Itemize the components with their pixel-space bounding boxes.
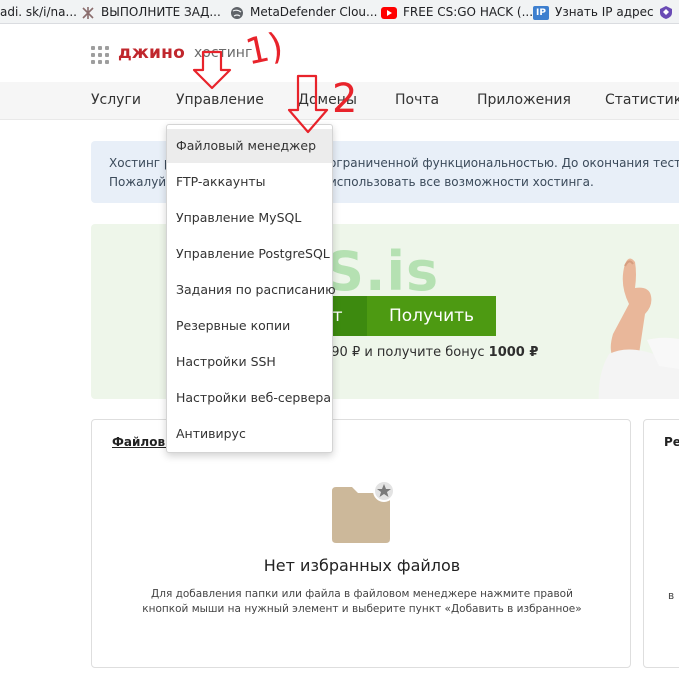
bookmark-label: adi. sk/i/na...: [0, 5, 77, 19]
card-title: Ре: [664, 435, 679, 449]
empty-state-hint: Для добавления папки или файла в файлово…: [151, 588, 573, 600]
bookmark-label: MetaDefender Clou...: [250, 5, 378, 19]
bookmark-item[interactable]: IP Узнать IP адрес: [533, 0, 654, 23]
menu-item-antivirus[interactable]: Антивирус: [167, 417, 332, 451]
nav-item-mail[interactable]: Почта: [395, 92, 439, 108]
notice-text: ограниченной функциональностью. До оконч…: [329, 156, 679, 170]
menu-item-backups[interactable]: Резервные копии: [167, 309, 332, 343]
site-logo-subtitle: хостинг: [194, 45, 253, 61]
bonus-prefix: 990 ₽ и получите бонус: [323, 345, 489, 360]
nav-item-management[interactable]: Управление: [176, 92, 264, 108]
site-logo[interactable]: джино: [118, 43, 185, 63]
ip-icon: IP: [533, 5, 549, 20]
site-header: джино хостинг: [0, 24, 679, 82]
thumbs-up-person-image: [598, 258, 679, 399]
globe-icon: [231, 6, 243, 19]
menu-item-file-manager[interactable]: Файловый менеджер: [167, 129, 332, 163]
bonus-amount: 1000 ₽: [488, 345, 539, 360]
management-dropdown-menu: Файловый менеджер FTP-аккаунты Управлени…: [166, 124, 336, 453]
menu-item-ssh-settings[interactable]: Настройки SSH: [167, 345, 332, 379]
folder-star-icon: [332, 481, 395, 543]
nav-item-statistics[interactable]: Статистика: [605, 92, 679, 108]
bookmark-item[interactable]: [659, 0, 679, 23]
bookmark-item[interactable]: adi. sk/i/na...: [0, 0, 77, 23]
bookmark-label: ВЫПОЛНИТЕ ЗАД...: [101, 5, 221, 19]
card-text: в: [668, 590, 675, 602]
menu-item-web-server-settings[interactable]: Настройки веб-сервера: [167, 381, 332, 415]
promo-bonus-text: 990 ₽ и получите бонус 1000 ₽: [323, 345, 538, 360]
menu-item-mysql[interactable]: Управление MySQL: [167, 201, 332, 235]
menu-item-postgresql[interactable]: Управление PostgreSQL: [167, 237, 332, 271]
favorite-files-card: Файловы Нет избранных файлов Для добавле…: [91, 419, 631, 668]
right-card: Ре в: [643, 419, 679, 668]
get-bonus-button[interactable]: Получить: [367, 296, 496, 336]
youtube-icon: [381, 6, 397, 19]
menu-item-scheduled-tasks[interactable]: Задания по расписанию: [167, 273, 336, 307]
empty-state-title: Нет избранных файлов: [263, 556, 461, 575]
apps-grid-icon[interactable]: [91, 46, 109, 64]
nav-item-services[interactable]: Услуги: [91, 92, 141, 108]
notice-text: использовать все возможности хостинга.: [329, 175, 594, 189]
nav-item-applications[interactable]: Приложения: [477, 92, 571, 108]
menu-item-ftp-accounts[interactable]: FTP-аккаунты: [167, 165, 332, 199]
main-nav: Услуги Управление Домены Почта Приложени…: [0, 82, 679, 120]
empty-state-hint: кнопкой мыши на нужный элемент и выберит…: [142, 603, 582, 615]
knot-icon: [82, 6, 94, 19]
bookmark-item[interactable]: FREE CS:GO HACK (...: [381, 0, 534, 23]
shield-icon: [660, 6, 672, 19]
bookmark-item[interactable]: MetaDefender Clou...: [230, 0, 378, 23]
notice-text: Хостинг р: [109, 156, 172, 170]
bookmark-label: Узнать IP адрес: [555, 5, 654, 19]
bookmarks-bar: adi. sk/i/na... ВЫПОЛНИТЕ ЗАД... MetaDef…: [0, 0, 679, 24]
bookmark-label: FREE CS:GO HACK (...: [403, 5, 534, 19]
nav-item-domains[interactable]: Домены: [298, 92, 357, 108]
bookmark-item[interactable]: ВЫПОЛНИТЕ ЗАД...: [81, 0, 221, 23]
notice-text: Пожалуй: [109, 175, 167, 189]
